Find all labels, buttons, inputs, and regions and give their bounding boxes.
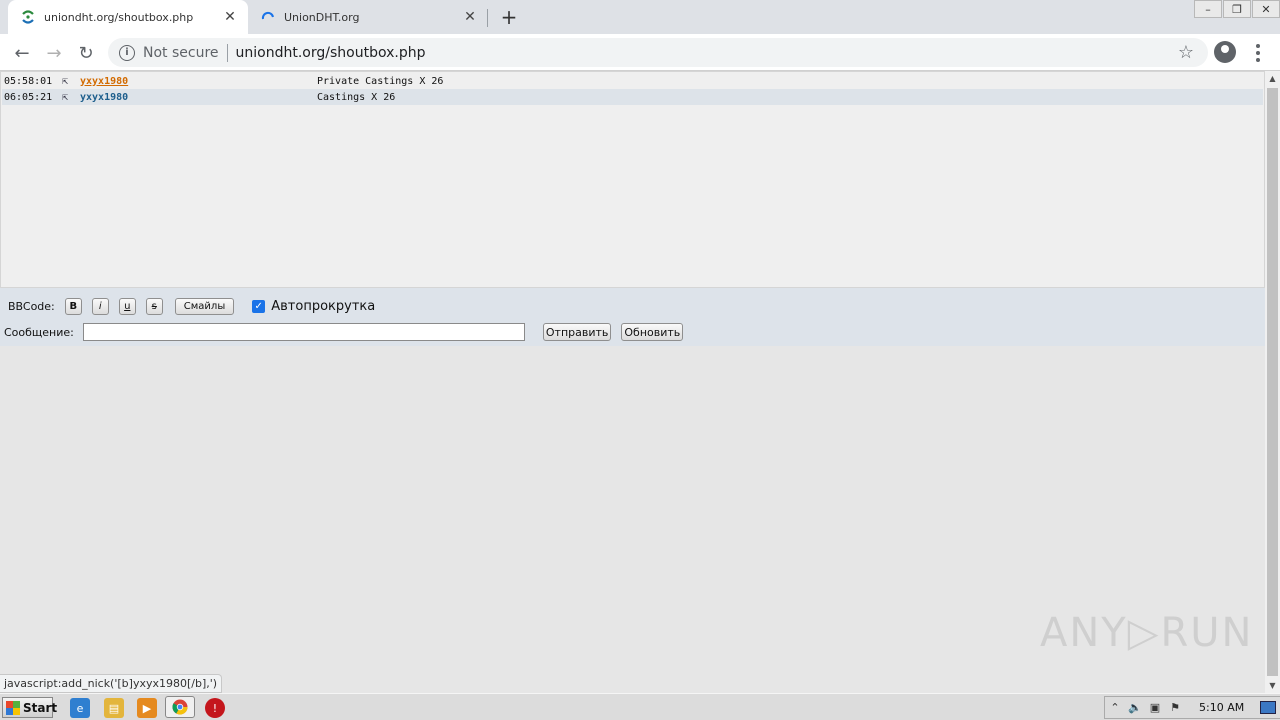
tab-title: UnionDHT.org [284,10,360,24]
url-text[interactable]: uniondht.org/shoutbox.php [236,45,426,61]
message-label: Сообщение: [4,325,74,339]
send-button[interactable]: Отправить [542,323,612,341]
minimize-icon[interactable]: – [1194,0,1222,18]
back-arrow-icon[interactable]: ← [9,40,35,66]
smiles-button[interactable]: Смайлы [174,297,235,315]
window-controls: – ❐ ✕ [1193,0,1280,20]
address-bar[interactable]: i Not secure uniondht.org/shoutbox.php ☆ [108,38,1208,67]
bold-button[interactable]: B [64,297,82,315]
chrome-taskbar-button[interactable] [165,696,195,718]
restore-icon[interactable]: ❐ [1223,0,1251,18]
browser-toolbar: ← → ↻ i Not secure uniondht.org/shoutbox… [0,34,1280,71]
profile-avatar-icon[interactable] [1214,41,1236,63]
windows-flag-icon [6,700,20,715]
shoutbox-controls: BBCode: B i u s Смайлы ✓ Автопрокрутка С… [0,288,1265,346]
action-center-flag-icon[interactable]: ⚑ [1165,701,1185,714]
close-tab-icon[interactable]: ✕ [218,5,242,29]
show-desktop-icon[interactable] [1260,701,1276,714]
network-icon[interactable]: ▣ [1145,701,1165,714]
quote-arrow-icon[interactable]: ⇱ [62,76,80,87]
bookmark-star-icon[interactable]: ☆ [1178,42,1194,63]
omnibox-divider [226,43,228,62]
loading-spinner-icon [260,9,276,25]
page-scrollbar[interactable]: ▲ ▼ [1265,71,1280,693]
tab-separator [487,9,488,27]
italic-button[interactable]: i [91,297,109,315]
message-nick[interactable]: yxyx1980 [80,92,317,103]
file-explorer-icon[interactable]: ▤ [104,698,124,718]
message-time: 05:58:01 [4,75,53,87]
start-label: Start [23,700,58,715]
internet-explorer-icon[interactable]: e [70,698,90,718]
window-close-icon[interactable]: ✕ [1252,0,1280,18]
bbcode-toolbar: BBCode: B i u s Смайлы ✓ Автопрокрутка [8,296,375,316]
tray-expand-icon[interactable]: ⌃ [1105,701,1125,714]
autoscroll-checkbox[interactable]: ✓ [252,299,266,313]
bbcode-label: BBCode: [8,299,55,313]
message-text: Castings X 26 [317,91,396,103]
scroll-down-icon[interactable]: ▼ [1265,678,1280,693]
shoutbox-messages[interactable]: 05:58:01 ⇱ yxyx1980 Private Castings X 2… [0,71,1265,288]
security-alert-icon[interactable]: ! [205,698,225,718]
info-icon[interactable]: i [119,44,135,61]
message-nick[interactable]: yxyx1980 [80,76,317,87]
clock[interactable]: 5:10 AM [1199,701,1244,714]
tab-strip: uniondht.org/shoutbox.php ✕ UnionDHT.org… [0,0,1280,34]
message-input[interactable] [82,323,525,341]
close-tab-icon[interactable]: ✕ [458,5,482,29]
taskbar: Start e ▤ ▶ ! ⌃ 🔈 ▣ ⚑ 5:10 AM [0,693,1280,720]
scroll-up-icon[interactable]: ▲ [1265,71,1280,86]
site-favicon-icon [20,9,36,25]
tab-title: uniondht.org/shoutbox.php [44,10,194,24]
message-text: Private Castings X 26 [317,75,444,87]
message-row: 06:05:21 ⇱ yxyx1980 Castings X 26 [2,89,1263,105]
media-player-icon[interactable]: ▶ [137,698,157,718]
start-button[interactable]: Start [2,697,57,718]
message-time: 06:05:21 [4,91,53,103]
chrome-icon [172,699,188,715]
system-tray: ⌃ 🔈 ▣ ⚑ 5:10 AM [1104,696,1280,719]
autoscroll-label[interactable]: Автопрокрутка [271,299,375,314]
message-form: Сообщение: Отправить Обновить [4,322,684,342]
refresh-button[interactable]: Обновить [621,323,684,341]
status-url-bubble: javascript:add_nick('[b]yxyx1980[/b],') [0,674,223,693]
message-row: 05:58:01 ⇱ yxyx1980 Private Castings X 2… [2,73,1263,89]
reload-icon[interactable]: ↻ [73,40,99,66]
security-label[interactable]: Not secure [143,45,219,61]
scrollbar-thumb[interactable] [1267,88,1278,676]
page-content: 05:58:01 ⇱ yxyx1980 Private Castings X 2… [0,71,1265,693]
anyrun-watermark: ANY▷RUN [1040,610,1254,656]
browser-menu-icon[interactable] [1250,42,1266,64]
quote-arrow-icon[interactable]: ⇱ [62,92,80,103]
strike-button[interactable]: s [145,297,163,315]
tab-shoutbox[interactable]: uniondht.org/shoutbox.php ✕ [8,0,248,34]
volume-icon[interactable]: 🔈 [1125,701,1145,714]
new-tab-plus-icon[interactable]: + [498,5,520,29]
forward-arrow-icon[interactable]: → [41,40,67,66]
tab-uniondht[interactable]: UnionDHT.org ✕ [248,0,488,34]
underline-button[interactable]: u [118,297,136,315]
